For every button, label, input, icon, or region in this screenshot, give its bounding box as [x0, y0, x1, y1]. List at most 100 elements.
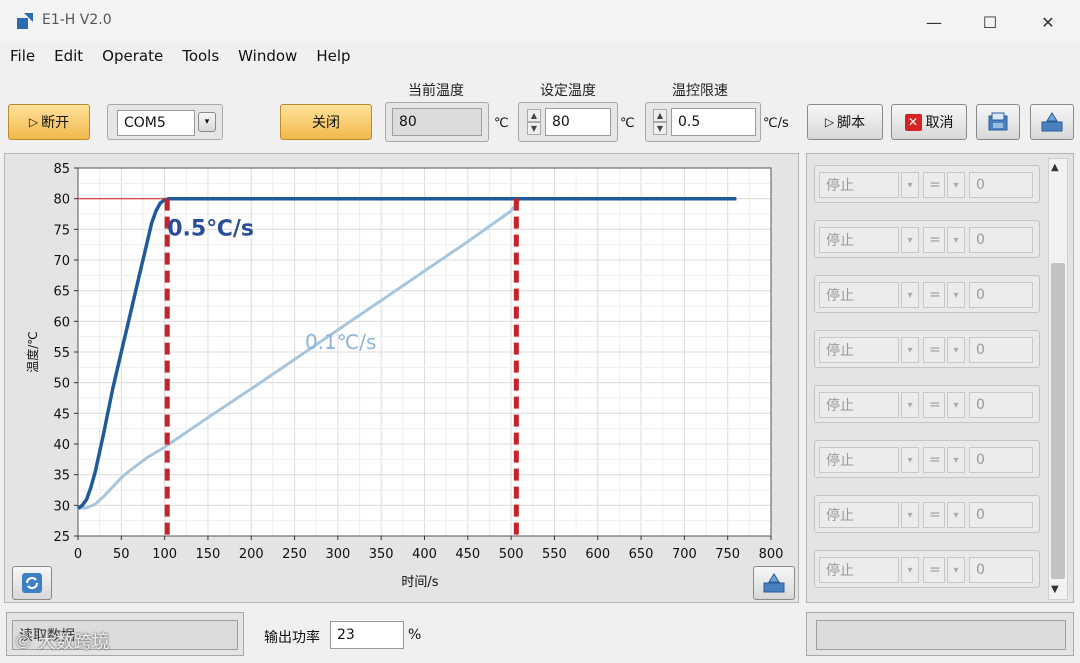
- rate-unit: ℃/s: [763, 116, 789, 131]
- value-field[interactable]: 0: [969, 282, 1033, 308]
- value-field[interactable]: 0: [969, 172, 1033, 198]
- x-tick-label: 600: [585, 547, 610, 562]
- chevron-down-icon[interactable]: ▾: [947, 447, 965, 473]
- maximize-button[interactable]: ☐: [970, 8, 1010, 36]
- menu-operate[interactable]: Operate: [102, 47, 163, 65]
- menu-file[interactable]: File: [10, 47, 35, 65]
- operator-select[interactable]: =: [923, 502, 945, 528]
- chevron-down-icon[interactable]: ▾: [947, 502, 965, 528]
- action-value: 停止: [826, 343, 854, 359]
- power-field: 23: [330, 621, 404, 649]
- chevron-up-icon[interactable]: ▲: [527, 109, 541, 122]
- export-icon: [1041, 112, 1063, 132]
- value-field[interactable]: 0: [969, 337, 1033, 363]
- action-select[interactable]: 停止: [819, 337, 899, 363]
- operator-value: =: [929, 232, 941, 248]
- scroll-thumb[interactable]: [1051, 263, 1065, 579]
- chevron-down-icon[interactable]: ▾: [901, 282, 919, 308]
- chevron-down-icon[interactable]: ▾: [947, 337, 965, 363]
- disconnect-button[interactable]: ▷ 断开: [8, 104, 90, 140]
- chevron-down-icon[interactable]: ▾: [901, 172, 919, 198]
- value-field[interactable]: 0: [969, 502, 1033, 528]
- chevron-down-icon[interactable]: ▾: [947, 392, 965, 418]
- menu-edit[interactable]: Edit: [54, 47, 83, 65]
- chevron-down-icon[interactable]: ▼: [653, 122, 667, 135]
- menu-window[interactable]: Window: [238, 47, 297, 65]
- script-button[interactable]: ▷ 脚本: [807, 104, 883, 140]
- y-tick-label: 40: [53, 438, 70, 453]
- minimize-button[interactable]: —: [914, 8, 954, 36]
- script-row: 停止 ▾ = ▾ 0: [814, 440, 1040, 478]
- scroll-up-icon[interactable]: ▲: [1051, 162, 1059, 173]
- value-field[interactable]: 0: [969, 557, 1033, 583]
- action-select[interactable]: 停止: [819, 557, 899, 583]
- chevron-down-icon[interactable]: ▼: [527, 122, 541, 135]
- action-value: 停止: [826, 233, 854, 249]
- x-tick-label: 200: [239, 547, 264, 562]
- value-field[interactable]: 0: [969, 392, 1033, 418]
- cancel-button[interactable]: ✕ 取消: [891, 104, 967, 140]
- chevron-down-icon[interactable]: ▾: [901, 447, 919, 473]
- action-select[interactable]: 停止: [819, 282, 899, 308]
- port-combo[interactable]: COM5: [117, 110, 195, 136]
- y-tick-label: 75: [53, 223, 70, 238]
- action-value: 停止: [826, 178, 854, 194]
- rate-stepper[interactable]: ▲ ▼: [653, 109, 667, 135]
- action-select[interactable]: 停止: [819, 447, 899, 473]
- operator-select[interactable]: =: [923, 337, 945, 363]
- cancel-label: 取消: [925, 115, 954, 131]
- refresh-icon: [22, 573, 42, 593]
- chevron-down-icon[interactable]: ▾: [947, 227, 965, 253]
- close-window-button[interactable]: ✕: [1028, 8, 1068, 36]
- row-value: 0: [976, 397, 985, 413]
- chevron-down-icon[interactable]: ▾: [901, 557, 919, 583]
- menu-tools[interactable]: Tools: [182, 47, 219, 65]
- annotation-fast-rate: 0.5℃/s: [167, 216, 254, 241]
- operator-select[interactable]: =: [923, 392, 945, 418]
- port-dropdown-button[interactable]: ▾: [198, 112, 216, 132]
- rate-input[interactable]: 0.5: [671, 108, 756, 136]
- chevron-down-icon[interactable]: ▾: [901, 502, 919, 528]
- chevron-down-icon[interactable]: ▾: [901, 392, 919, 418]
- x-tick-label: 650: [629, 547, 654, 562]
- x-tick-label: 400: [412, 547, 437, 562]
- row-value: 0: [976, 287, 985, 303]
- operator-select[interactable]: =: [923, 227, 945, 253]
- x-tick-label: 700: [672, 547, 697, 562]
- action-select[interactable]: 停止: [819, 502, 899, 528]
- action-select[interactable]: 停止: [819, 172, 899, 198]
- value-field[interactable]: 0: [969, 447, 1033, 473]
- action-select[interactable]: 停止: [819, 227, 899, 253]
- set-temp-stepper[interactable]: ▲ ▼: [527, 109, 541, 135]
- y-tick-label: 35: [53, 469, 70, 484]
- operator-value: =: [929, 562, 941, 578]
- export-button[interactable]: [1030, 104, 1074, 140]
- chart-export-button[interactable]: [753, 566, 795, 600]
- refresh-button[interactable]: [12, 566, 52, 600]
- operator-select[interactable]: =: [923, 282, 945, 308]
- operator-select[interactable]: =: [923, 447, 945, 473]
- save-button[interactable]: [976, 104, 1020, 140]
- close-port-button[interactable]: 关闭: [280, 104, 372, 140]
- row-value: 0: [976, 232, 985, 248]
- chevron-down-icon[interactable]: ▾: [901, 227, 919, 253]
- operator-value: =: [929, 177, 941, 193]
- operator-select[interactable]: =: [923, 172, 945, 198]
- operator-select[interactable]: =: [923, 557, 945, 583]
- chevron-down-icon[interactable]: ▾: [947, 172, 965, 198]
- chevron-down-icon[interactable]: ▾: [901, 337, 919, 363]
- scroll-down-icon[interactable]: ▼: [1051, 584, 1059, 595]
- chevron-down-icon[interactable]: ▾: [947, 282, 965, 308]
- play-icon: ▷: [28, 115, 39, 129]
- current-temp-label: 当前温度: [408, 83, 464, 99]
- rate-label: 温控限速: [672, 83, 728, 99]
- menu-help[interactable]: Help: [316, 47, 350, 65]
- chevron-down-icon[interactable]: ▾: [947, 557, 965, 583]
- action-select[interactable]: 停止: [819, 392, 899, 418]
- set-temp-input[interactable]: 80: [545, 108, 611, 136]
- value-field[interactable]: 0: [969, 227, 1033, 253]
- y-tick-label: 45: [53, 407, 70, 422]
- set-temp-unit: ℃: [620, 116, 635, 131]
- action-value: 停止: [826, 453, 854, 469]
- chevron-up-icon[interactable]: ▲: [653, 109, 667, 122]
